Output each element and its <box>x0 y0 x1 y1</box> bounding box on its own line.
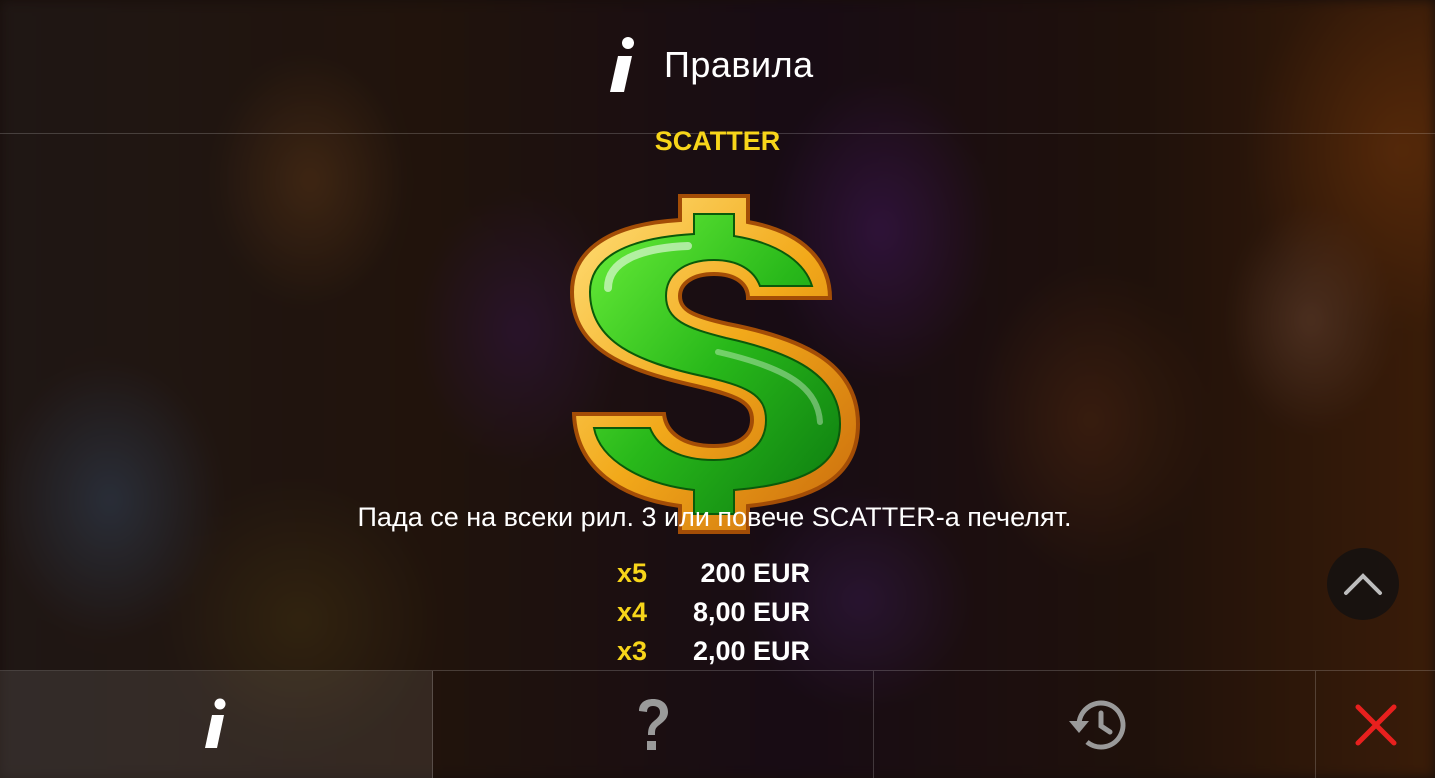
paytable-row: x4 8,00 EUR <box>612 597 832 636</box>
payout-amount: 2,00 EUR <box>692 636 810 666</box>
tab-rules[interactable] <box>0 671 434 778</box>
info-icon <box>205 698 226 748</box>
tab-history[interactable] <box>874 671 1317 778</box>
close-icon <box>1355 704 1397 746</box>
chevron-up-icon <box>1344 573 1382 595</box>
paytable: x5 200 EUR x4 8,00 EUR x3 2,00 EUR <box>612 558 832 675</box>
payout-multiplier: x3 <box>617 636 648 666</box>
payout-amount: 8,00 EUR <box>692 597 810 627</box>
header: Правила <box>0 0 1435 134</box>
paytable-row: x5 200 EUR <box>612 558 832 597</box>
symbol-description: Пада се на всеки рил. 3 или повече SCATT… <box>357 502 1072 532</box>
history-icon <box>1068 700 1126 750</box>
scroll-up-button[interactable] <box>1327 548 1399 620</box>
tab-help[interactable] <box>433 671 875 778</box>
symbol-name: SCATTER <box>654 126 781 156</box>
bottom-nav-bar <box>0 670 1435 778</box>
dollar-sign-symbol-image <box>569 194 860 534</box>
rules-content: SCATTER Пада се на всеки рил. 3 или пове… <box>0 126 1435 670</box>
payout-multiplier: x4 <box>617 597 648 627</box>
question-mark-icon <box>639 699 669 750</box>
payout-multiplier: x5 <box>617 558 648 588</box>
page-title: Правила <box>664 44 814 85</box>
close-button[interactable] <box>1316 671 1435 778</box>
payout-amount: 200 EUR <box>700 558 810 588</box>
rules-screen: Правила SCATTER Пада се на всеки рил. 3 … <box>0 0 1435 778</box>
info-icon <box>610 37 634 92</box>
